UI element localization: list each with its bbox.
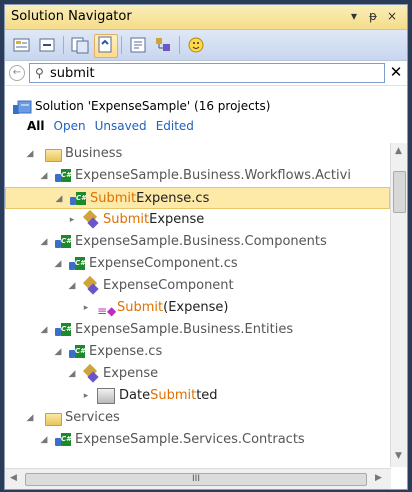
tree-item-label: ExpenseSample.Business.Entities — [75, 322, 294, 337]
filter-edited[interactable]: Edited — [156, 119, 194, 133]
search-input[interactable]: ⚲ submit — [29, 63, 385, 83]
tree-item-class[interactable]: ◢ Expense — [5, 363, 390, 385]
method-icon: ≡◆ — [97, 304, 117, 318]
title-bar[interactable]: Solution Navigator ▾ ᵽ × — [5, 5, 407, 30]
tree-item-file[interactable]: ◢ C# ExpenseComponent.cs — [5, 253, 390, 275]
csharp-file-icon: C# — [70, 191, 86, 207]
tree-item-label: ExpenseSample.Business.Components — [75, 234, 327, 249]
solution-tree: ◢ Business ◢ C# ExpenseSample.Business.W… — [5, 143, 390, 468]
horizontal-scrollbar[interactable]: ◀ III ▶ — [5, 468, 391, 489]
tree-item-property[interactable]: ▸ DateSubmitted — [5, 385, 390, 407]
scroll-up-arrow-icon[interactable]: ▲ — [395, 146, 402, 156]
tree-item-project[interactable]: ◢ C# ExpenseSample.Services.Contracts — [5, 429, 390, 451]
toolbar-separator — [179, 36, 180, 54]
csharp-file-icon: C# — [69, 344, 85, 360]
class-icon — [82, 275, 99, 295]
tree-item-label: ExpenseComponent — [103, 278, 234, 293]
tree-item-folder[interactable]: ◢ Business — [5, 143, 390, 165]
tree-item-method[interactable]: ▸ ≡◆ Submit(Expense) — [5, 297, 390, 319]
collapse-icon[interactable] — [36, 34, 60, 58]
scroll-right-arrow-icon[interactable]: ▶ — [375, 473, 382, 483]
collapse-arrow-icon[interactable]: ◢ — [54, 188, 64, 210]
expand-arrow-icon[interactable]: ▸ — [81, 385, 91, 407]
solution-navigator-panel: Solution Navigator ▾ ᵽ × ← ⚲ submit ✕ So… — [4, 4, 408, 490]
class-icon — [82, 363, 99, 383]
tree-item-label: DateSubmitted — [119, 388, 218, 403]
csharp-project-icon: C# — [55, 432, 71, 448]
vertical-scroll-thumb[interactable] — [393, 171, 406, 213]
tree-item-file[interactable]: ◢ C# Expense.cs — [5, 341, 390, 363]
tree-item-label: Services — [65, 410, 120, 425]
csharp-file-icon: C# — [69, 256, 85, 272]
solution-icon — [13, 99, 33, 118]
expand-arrow-icon[interactable]: ▸ — [81, 297, 91, 319]
tree-item-label: SubmitExpense.cs — [90, 191, 210, 206]
properties-icon[interactable] — [11, 34, 35, 58]
expand-arrow-icon[interactable]: ▸ — [67, 209, 77, 231]
window-frame: Solution Navigator ▾ ᵽ × ← ⚲ submit ✕ So… — [0, 0, 412, 492]
toolbar — [5, 30, 407, 61]
filter-unsaved[interactable]: Unsaved — [95, 119, 147, 133]
csharp-project-icon: C# — [55, 234, 71, 250]
tree-item-label: ExpenseSample.Business.Workflows.Activi — [75, 168, 351, 183]
toolbar-separator — [121, 36, 122, 54]
tree-item-label: Expense.cs — [89, 344, 163, 359]
toolbar-separator — [63, 36, 64, 54]
show-all-files-icon[interactable] — [69, 34, 93, 58]
tree-item-project[interactable]: ◢ C# ExpenseSample.Business.Workflows.Ac… — [5, 165, 390, 187]
class-view-icon[interactable] — [152, 34, 176, 58]
feedback-smiley-icon[interactable] — [185, 34, 209, 58]
filter-links: All Open Unsaved Edited — [27, 119, 203, 133]
dropdown-menu-icon[interactable]: ▾ — [351, 8, 357, 24]
tree-item-class[interactable]: ◢ ExpenseComponent — [5, 275, 390, 297]
collapse-arrow-icon[interactable]: ◢ — [39, 231, 49, 253]
horizontal-scroll-thumb[interactable]: III — [25, 473, 367, 486]
clear-search-button[interactable]: ✕ — [387, 63, 405, 81]
tree-item-class[interactable]: ▸ SubmitExpense — [5, 209, 390, 231]
tree-item-label: Expense — [103, 366, 159, 381]
tree-item-label: ExpenseComponent.cs — [89, 256, 238, 271]
collapse-arrow-icon[interactable]: ◢ — [53, 253, 63, 275]
csharp-project-icon: C# — [55, 168, 71, 184]
tree-item-file-selected[interactable]: ◢ C# SubmitExpense.cs — [5, 187, 390, 209]
collapse-arrow-icon[interactable]: ◢ — [39, 165, 49, 187]
back-icon[interactable]: ← — [9, 65, 25, 81]
collapse-arrow-icon[interactable]: ◢ — [25, 143, 35, 165]
tree-item-project[interactable]: ◢ C# ExpenseSample.Business.Entities — [5, 319, 390, 341]
filter-open[interactable]: Open — [54, 119, 86, 133]
collapse-arrow-icon[interactable]: ◢ — [67, 275, 77, 297]
close-icon[interactable]: × — [387, 8, 397, 24]
tree-item-project[interactable]: ◢ C# ExpenseSample.Business.Components — [5, 231, 390, 253]
sync-icon[interactable] — [94, 34, 118, 58]
tree-item-label: ExpenseSample.Services.Contracts — [75, 432, 305, 447]
scroll-left-arrow-icon[interactable]: ◀ — [10, 473, 17, 483]
solution-header: Solution 'ExpenseSample' (16 projects) A… — [5, 89, 407, 139]
search-bar: ← ⚲ submit ✕ — [5, 61, 407, 86]
new-view-icon[interactable] — [127, 34, 151, 58]
csharp-project-icon: C# — [55, 322, 71, 338]
window-title: Solution Navigator — [11, 9, 132, 24]
scroll-down-arrow-icon[interactable]: ▼ — [395, 451, 402, 461]
tree-item-folder[interactable]: ◢ Services — [5, 407, 390, 429]
tree-item-label: SubmitExpense — [103, 212, 205, 227]
solution-label[interactable]: Solution 'ExpenseSample' (16 projects) — [35, 99, 270, 113]
folder-icon — [45, 413, 62, 426]
collapse-arrow-icon[interactable]: ◢ — [39, 319, 49, 341]
collapse-arrow-icon[interactable]: ◢ — [53, 341, 63, 363]
folder-icon — [45, 149, 62, 162]
filter-all[interactable]: All — [27, 119, 45, 133]
pin-icon[interactable]: ᵽ — [369, 8, 377, 24]
collapse-arrow-icon[interactable]: ◢ — [25, 407, 35, 429]
class-icon — [82, 209, 99, 229]
property-icon — [97, 388, 115, 404]
tree-item-label: Submit(Expense) — [117, 300, 229, 315]
tree-item-label: Business — [65, 146, 123, 161]
search-query: submit — [50, 66, 95, 81]
vertical-scrollbar[interactable]: ▲ ▼ — [390, 143, 407, 467]
collapse-arrow-icon[interactable]: ◢ — [67, 363, 77, 385]
search-icon: ⚲ — [35, 66, 44, 80]
collapse-arrow-icon[interactable]: ◢ — [39, 429, 49, 451]
